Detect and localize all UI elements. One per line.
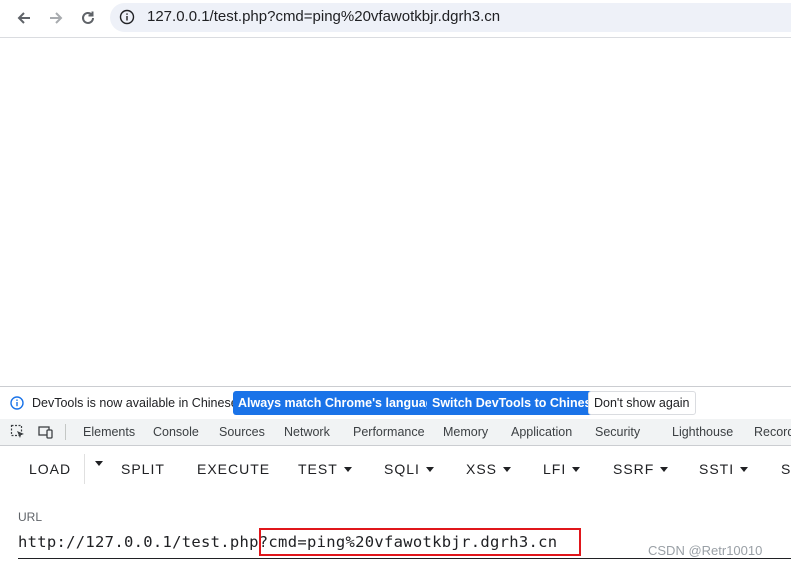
ssrf-label: SSRF <box>613 461 655 477</box>
inspect-element-icon[interactable] <box>10 424 26 440</box>
watermark: CSDN @Retr10010 <box>648 543 763 558</box>
browser-toolbar: 127.0.0.1/test.php?cmd=ping%20vfawotkbjr… <box>0 0 791 38</box>
tab-recorder[interactable]: Recorder <box>754 425 791 439</box>
page-content <box>0 38 791 384</box>
url-field-label: URL <box>18 510 43 524</box>
info-icon <box>10 396 24 410</box>
hackbar-toolbar: LOAD SPLIT EXECUTE TEST SQLI XSS LFI SSR… <box>0 446 791 492</box>
chevron-down-icon <box>343 466 352 472</box>
switch-devtools-chinese-button[interactable]: Switch DevTools to Chinese <box>427 391 604 415</box>
tab-performance[interactable]: Performance <box>353 425 425 439</box>
tab-console[interactable]: Console <box>153 425 199 439</box>
ssrf-menu-button[interactable]: SSRF <box>613 461 669 477</box>
site-info-icon[interactable] <box>119 9 135 25</box>
chevron-down-icon <box>740 466 749 472</box>
url-input-prefix: http://127.0.0.1/test.php <box>18 533 259 551</box>
reload-icon <box>82 11 94 24</box>
devtools-tab-bar: Elements Console Sources Network Perform… <box>0 419 791 446</box>
devtools-language-infobar: DevTools is now available in Chinese! Al… <box>0 386 791 420</box>
xss-menu-button[interactable]: XSS <box>466 461 512 477</box>
split-label: SPLIT <box>121 461 165 477</box>
chevron-down-icon <box>660 466 669 472</box>
forward-button[interactable] <box>44 6 68 30</box>
tab-security[interactable]: Security <box>595 425 640 439</box>
sqli-menu-button[interactable]: SQLI <box>384 461 434 477</box>
load-dropdown-button[interactable] <box>89 461 103 466</box>
address-bar[interactable]: 127.0.0.1/test.php?cmd=ping%20vfawotkbjr… <box>110 3 791 32</box>
load-button[interactable]: LOAD <box>29 461 71 477</box>
test-label: TEST <box>298 461 338 477</box>
execute-label: EXECUTE <box>197 461 271 477</box>
more-menu-button[interactable]: S <box>781 461 791 477</box>
chevron-down-icon <box>95 461 103 466</box>
tab-application[interactable]: Application <box>511 425 572 439</box>
lfi-menu-button[interactable]: LFI <box>543 461 581 477</box>
address-bar-url[interactable]: 127.0.0.1/test.php?cmd=ping%20vfawotkbjr… <box>147 8 500 25</box>
tab-separator <box>65 424 66 440</box>
ssti-label: SSTI <box>699 461 735 477</box>
reload-button[interactable] <box>76 6 100 30</box>
tab-sources[interactable]: Sources <box>219 425 265 439</box>
xss-label: XSS <box>466 461 498 477</box>
back-arrow-icon <box>17 12 30 24</box>
lfi-label: LFI <box>543 461 567 477</box>
split-button[interactable]: SPLIT <box>121 461 165 477</box>
dont-show-again-button[interactable]: Don't show again <box>588 391 696 415</box>
highlight-annotation-box <box>259 528 581 556</box>
url-input-underline <box>18 558 791 559</box>
tab-memory[interactable]: Memory <box>443 425 488 439</box>
always-match-language-button[interactable]: Always match Chrome's language <box>233 391 446 415</box>
load-label: LOAD <box>29 461 72 477</box>
forward-arrow-icon <box>50 12 63 24</box>
chevron-down-icon <box>425 466 434 472</box>
device-toolbar-icon[interactable] <box>38 424 54 440</box>
sqli-label: SQLI <box>384 461 420 477</box>
tab-network[interactable]: Network <box>284 425 330 439</box>
chevron-down-icon <box>572 466 581 472</box>
infobar-message: DevTools is now available in Chinese! <box>32 396 242 410</box>
load-divider <box>84 454 85 484</box>
test-menu-button[interactable]: TEST <box>298 461 352 477</box>
chevron-down-icon <box>503 466 512 472</box>
execute-button[interactable]: EXECUTE <box>197 461 270 477</box>
ssti-menu-button[interactable]: SSTI <box>699 461 749 477</box>
more-label: S <box>781 461 791 477</box>
tab-lighthouse[interactable]: Lighthouse <box>672 425 733 439</box>
tab-elements[interactable]: Elements <box>83 425 135 439</box>
back-button[interactable] <box>12 6 36 30</box>
